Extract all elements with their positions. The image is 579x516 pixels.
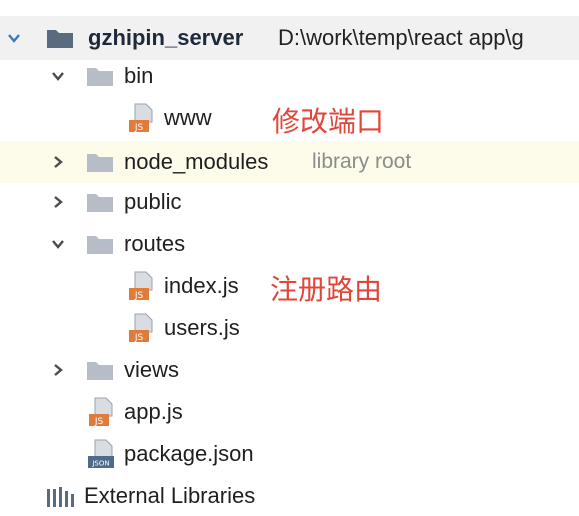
tree-row-www[interactable]: JS www 修改端口 — [0, 98, 579, 138]
folder-icon — [47, 30, 73, 48]
json-file-icon: JSON — [88, 439, 114, 468]
tree-row-external-libraries[interactable]: External Libraries — [0, 476, 579, 516]
tree-item-label: bin — [124, 63, 154, 88]
tree-item-label: app.js — [124, 399, 183, 424]
tree-row-root[interactable]: gzhipin_server D:\work\temp\react app\g — [0, 16, 579, 60]
libraries-icon — [47, 487, 74, 507]
file-badge: JSON — [91, 460, 109, 468]
file-badge: JS — [134, 123, 144, 133]
tree-row-app-js[interactable]: JS app.js — [0, 392, 579, 432]
library-root-hint: library root — [312, 150, 412, 173]
js-file-icon: JS — [89, 397, 113, 427]
chevron-down-icon[interactable] — [50, 68, 66, 84]
chevron-right-icon[interactable] — [50, 154, 66, 170]
root-project-name: gzhipin_server — [88, 25, 244, 50]
file-badge: JS — [94, 417, 104, 427]
file-badge: JS — [134, 291, 144, 301]
tree-item-label: External Libraries — [84, 483, 256, 508]
chevron-down-icon[interactable] — [50, 236, 66, 252]
chevron-right-icon[interactable] — [50, 194, 66, 210]
folder-icon — [87, 362, 113, 380]
tree-row-public[interactable]: public — [0, 182, 579, 222]
tree-item-label: public — [124, 189, 182, 214]
tree-item-label: index.js — [164, 273, 239, 298]
tree-item-label: package.json — [124, 441, 254, 466]
tree-row-bin[interactable]: bin — [0, 56, 579, 96]
folder-icon — [87, 236, 113, 254]
js-file-icon: JS — [129, 271, 153, 301]
chevron-right-icon[interactable] — [50, 362, 66, 378]
root-project-path: D:\work\temp\react app\g — [278, 25, 524, 50]
tree-item-label: views — [124, 357, 180, 382]
annotation-register-routes: 注册路由 — [270, 273, 383, 306]
file-badge: JS — [134, 333, 144, 343]
tree-item-label: users.js — [164, 315, 240, 340]
folder-icon — [87, 194, 113, 212]
project-tree: gzhipin_server D:\work\temp\react app\g … — [0, 0, 579, 512]
tree-item-label: node_modules — [124, 149, 269, 174]
tree-row-node-modules[interactable]: node_modules library root — [0, 141, 579, 183]
js-file-icon: JS — [129, 103, 153, 133]
tree-row-views[interactable]: views — [0, 350, 579, 390]
chevron-down-icon[interactable] — [6, 30, 22, 46]
folder-icon — [87, 68, 113, 86]
tree-row-routes[interactable]: routes — [0, 224, 579, 264]
tree-row-index-js[interactable]: JS index.js 注册路由 — [0, 266, 579, 306]
tree-row-users-js[interactable]: JS users.js — [0, 308, 579, 348]
folder-icon — [87, 154, 113, 172]
js-file-icon: JS — [129, 313, 153, 343]
annotation-change-port: 修改端口 — [272, 105, 385, 138]
tree-item-label: www — [164, 105, 212, 130]
tree-row-package-json[interactable]: JSON package.json — [0, 434, 579, 474]
tree-item-label: routes — [124, 231, 186, 256]
